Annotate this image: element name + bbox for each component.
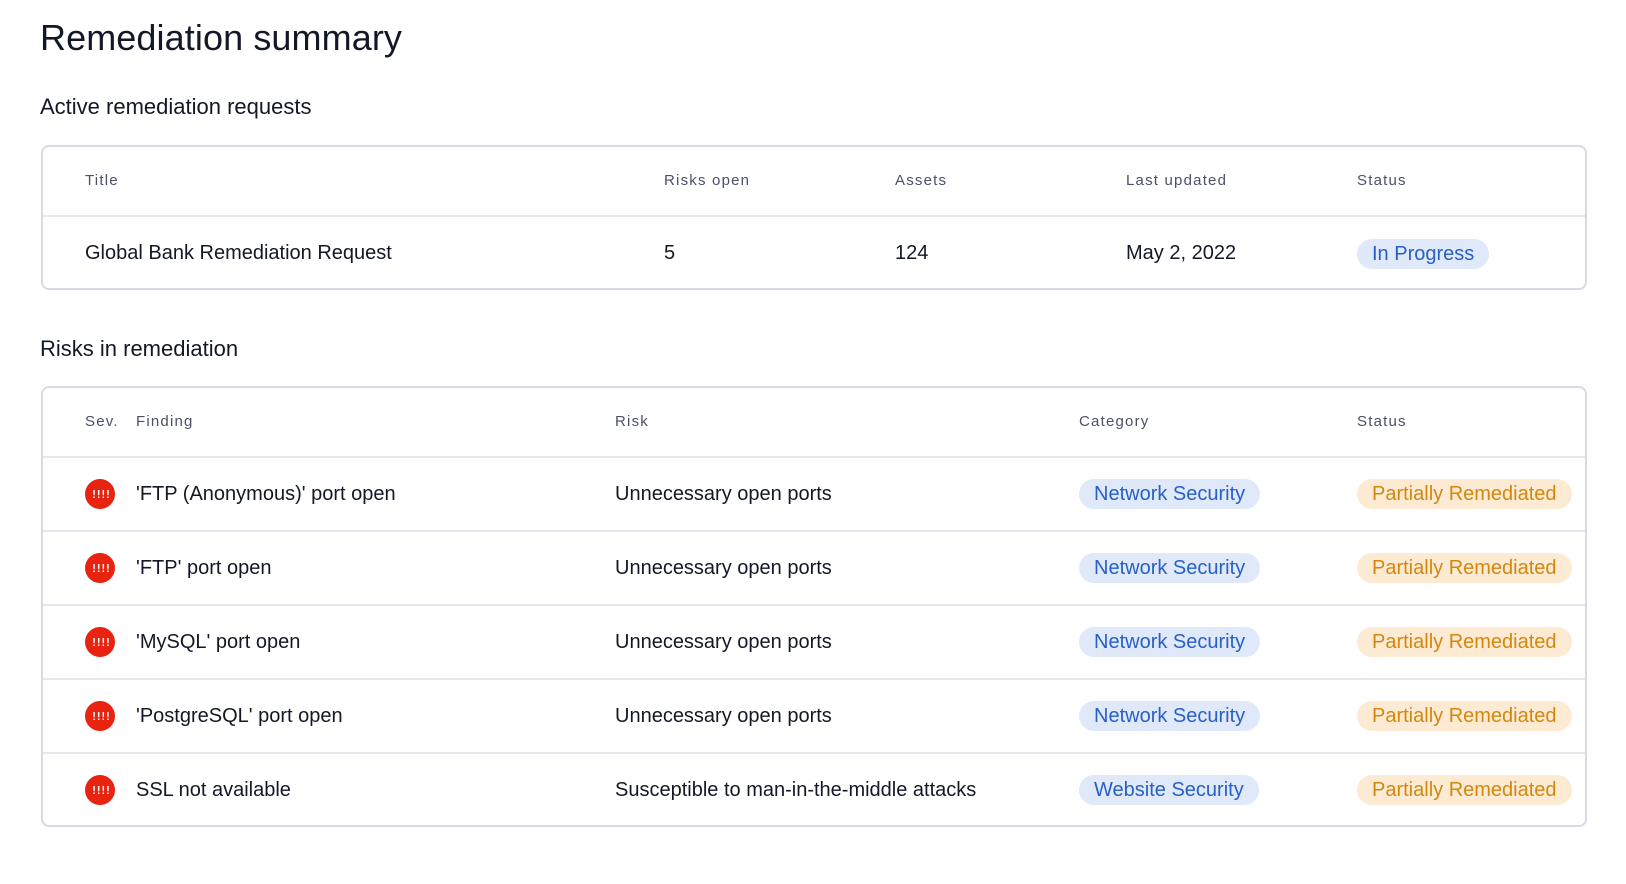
assets-count: 124 — [895, 242, 929, 264]
risk-text: Unnecessary open ports — [615, 482, 832, 505]
status-badge: Partially Remediated — [1357, 775, 1572, 805]
risks-table: Sev. Finding Risk Category Status !!!! '… — [41, 386, 1587, 827]
risk-text: Susceptible to man-in-the-middle attacks — [615, 778, 977, 801]
risk-text: Unnecessary open ports — [615, 556, 832, 579]
column-header-risks-open[interactable]: Risks open — [664, 147, 750, 215]
status-badge: Partially Remediated — [1357, 701, 1572, 731]
finding-text[interactable]: 'PostgreSQL' port open — [136, 680, 343, 752]
column-header-category[interactable]: Category — [1079, 388, 1149, 456]
active-requests-heading: Active remediation requests — [40, 94, 312, 119]
table-header: Title Risks open Assets Last updated Sta… — [43, 147, 1585, 217]
critical-severity-icon: !!!! — [85, 627, 115, 657]
column-header-risk[interactable]: Risk — [615, 388, 649, 456]
finding-text[interactable]: SSL not available — [136, 754, 291, 825]
finding-text[interactable]: 'FTP' port open — [136, 532, 271, 604]
table-row[interactable]: !!!! SSL not available Susceptible to ma… — [43, 754, 1585, 825]
category-badge: Network Security — [1079, 701, 1261, 731]
risk-text: Unnecessary open ports — [615, 704, 832, 727]
active-requests-table: Title Risks open Assets Last updated Sta… — [41, 145, 1587, 290]
column-header-status[interactable]: Status — [1357, 388, 1407, 456]
request-title[interactable]: Global Bank Remediation Request — [85, 217, 392, 288]
table-row[interactable]: !!!! 'FTP (Anonymous)' port open Unneces… — [43, 458, 1585, 532]
table-row[interactable]: !!!! 'PostgreSQL' port open Unnecessary … — [43, 680, 1585, 754]
column-header-severity[interactable]: Sev. — [85, 388, 119, 456]
status-badge: Partially Remediated — [1357, 479, 1572, 509]
category-badge: Network Security — [1079, 553, 1261, 583]
finding-text[interactable]: 'MySQL' port open — [136, 606, 300, 678]
status-badge: Partially Remediated — [1357, 627, 1572, 657]
category-badge: Network Security — [1079, 479, 1261, 509]
category-badge: Network Security — [1079, 627, 1261, 657]
column-header-last-updated[interactable]: Last updated — [1126, 147, 1227, 215]
risk-text: Unnecessary open ports — [615, 630, 832, 653]
table-row[interactable]: !!!! 'MySQL' port open Unnecessary open … — [43, 606, 1585, 680]
page-title: Remediation summary — [40, 17, 403, 58]
category-badge: Website Security — [1079, 775, 1259, 805]
critical-severity-icon: !!!! — [85, 479, 115, 509]
risks-heading: Risks in remediation — [40, 336, 239, 361]
column-header-assets[interactable]: Assets — [895, 147, 947, 215]
critical-severity-icon: !!!! — [85, 701, 115, 731]
column-header-title[interactable]: Title — [85, 147, 119, 215]
column-header-finding[interactable]: Finding — [136, 388, 194, 456]
table-row[interactable]: Global Bank Remediation Request 5 124 Ma… — [43, 217, 1585, 288]
critical-severity-icon: !!!! — [85, 775, 115, 805]
table-row[interactable]: !!!! 'FTP' port open Unnecessary open po… — [43, 532, 1585, 606]
last-updated-date: May 2, 2022 — [1126, 242, 1237, 264]
finding-text[interactable]: 'FTP (Anonymous)' port open — [136, 458, 396, 530]
column-header-status[interactable]: Status — [1357, 147, 1407, 215]
status-badge: Partially Remediated — [1357, 553, 1572, 583]
status-badge: In Progress — [1357, 238, 1490, 269]
table-header: Sev. Finding Risk Category Status — [43, 388, 1585, 458]
risks-open-count: 5 — [664, 242, 676, 264]
critical-severity-icon: !!!! — [85, 553, 115, 583]
